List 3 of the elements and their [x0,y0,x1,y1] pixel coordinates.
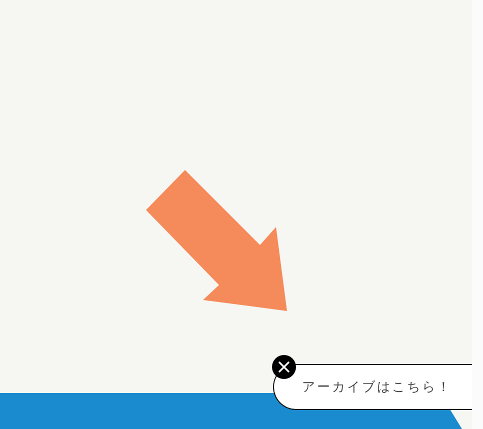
close-icon[interactable] [272,355,296,379]
popup-text: アーカイブはこちら！ [302,379,452,396]
archive-tooltip[interactable]: アーカイブはこちら！ [273,364,472,410]
